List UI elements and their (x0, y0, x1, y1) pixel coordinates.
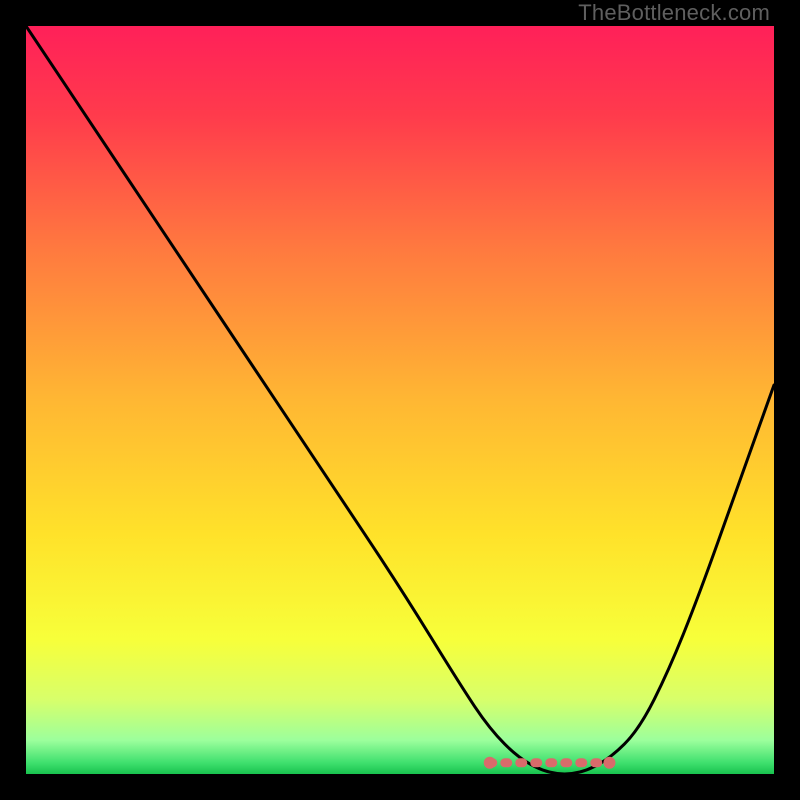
optimal-zone-marker (484, 757, 616, 769)
gradient-background (26, 26, 774, 774)
watermark-text: TheBottleneck.com (578, 0, 770, 26)
chart-frame (26, 26, 774, 774)
bottleneck-chart (26, 26, 774, 774)
